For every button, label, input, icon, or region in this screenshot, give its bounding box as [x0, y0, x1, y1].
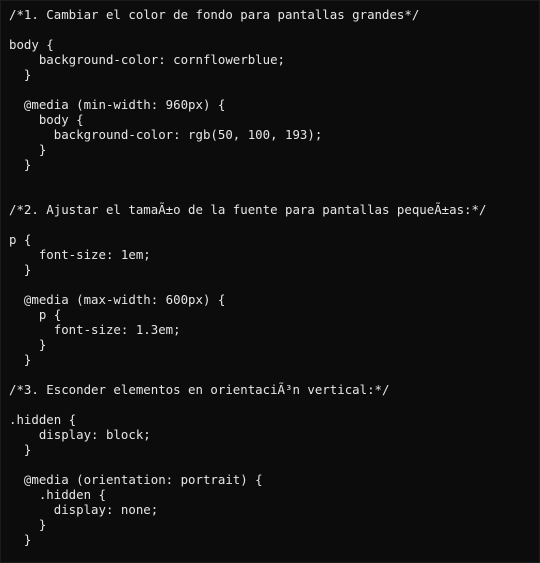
code-line: body {: [9, 37, 54, 52]
code-line: display: none;: [9, 502, 159, 517]
code-line: }: [9, 352, 32, 367]
code-line: .hidden {: [9, 487, 106, 502]
code-line: font-size: 1.3em;: [9, 322, 181, 337]
code-line: background-color: rgb(50, 100, 193);: [9, 127, 323, 142]
code-line: @media (orientation: portrait) {: [9, 472, 263, 487]
code-line: /*2. Ajustar el tamaÃ±o de la fuente par…: [9, 202, 487, 217]
code-line: }: [9, 442, 32, 457]
code-line: }: [9, 337, 47, 352]
code-line: font-size: 1em;: [9, 247, 151, 262]
code-line: }: [9, 262, 32, 277]
code-line: p {: [9, 232, 32, 247]
code-line: display: block;: [9, 427, 151, 442]
code-line: }: [9, 142, 47, 157]
code-line: @media (min-width: 960px) {: [9, 97, 226, 112]
code-line: @media (max-width: 600px) {: [9, 292, 226, 307]
code-line: }: [9, 517, 47, 532]
code-line: body {: [9, 112, 84, 127]
code-line: /*3. Esconder elementos en orientaciÃ³n …: [9, 382, 390, 397]
code-line: background-color: cornflowerblue;: [9, 52, 286, 67]
code-line: .hidden {: [9, 412, 77, 427]
code-viewer: /*1. Cambiar el color de fondo para pant…: [0, 0, 540, 563]
code-line: }: [9, 67, 32, 82]
code-line: p {: [9, 307, 62, 322]
code-line: }: [9, 157, 32, 172]
code-line: }: [9, 532, 32, 547]
code-line: /*1. Cambiar el color de fondo para pant…: [9, 7, 420, 22]
